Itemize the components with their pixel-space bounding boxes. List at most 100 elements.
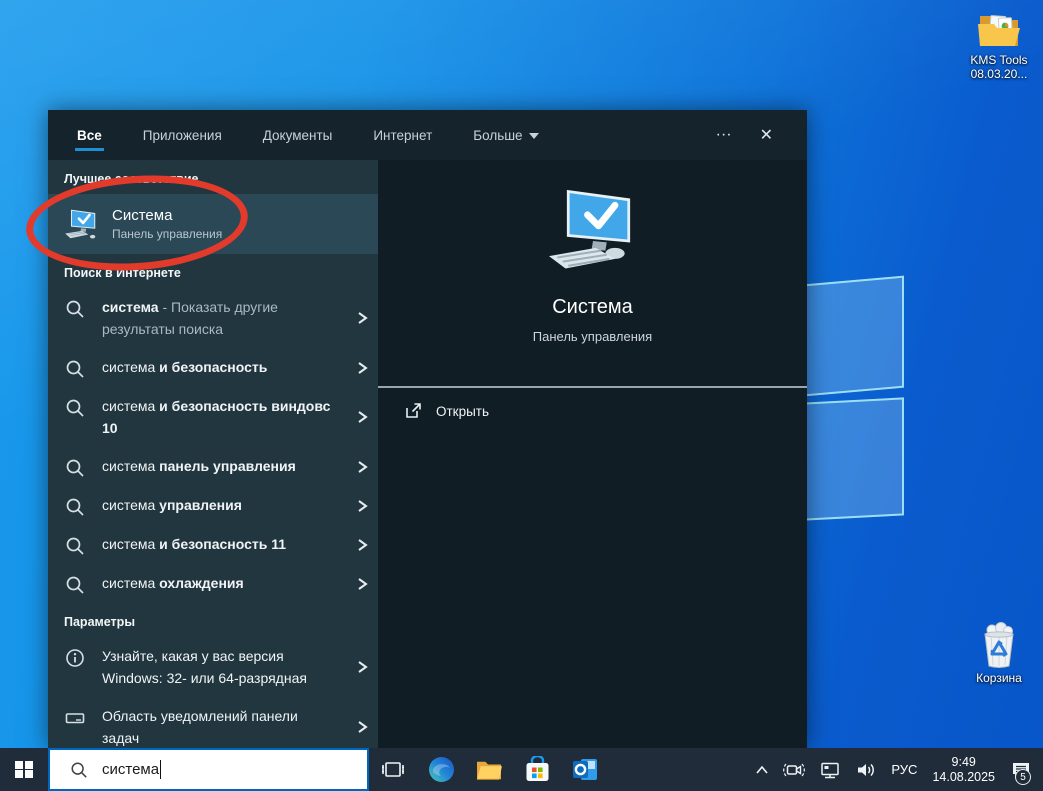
taskbar-notification-area-icon: [64, 708, 86, 728]
desktop-icon-kms-tools[interactable]: KMS Tools 08.03.20...: [956, 10, 1042, 81]
start-button[interactable]: [0, 748, 48, 791]
action-center-button[interactable]: 5: [1003, 748, 1039, 791]
edge-icon: [428, 756, 455, 783]
search-icon: [64, 398, 86, 418]
wallpaper-window-pane-top: [804, 276, 904, 397]
suggestion-text: система управления: [102, 494, 334, 516]
search-icon: [64, 359, 86, 379]
close-icon[interactable]: ✕: [746, 119, 787, 151]
desktop-icon-label: KMS Tools: [970, 53, 1027, 67]
tab-documents[interactable]: Документы: [261, 112, 335, 159]
chevron-right-icon[interactable]: [354, 660, 370, 674]
settings-result-row[interactable]: Область уведомлений панели задач: [48, 697, 378, 748]
tab-more[interactable]: Больше: [471, 112, 540, 159]
chevron-right-icon[interactable]: [354, 499, 370, 513]
tab-apps[interactable]: Приложения: [141, 112, 224, 159]
file-explorer-icon: [475, 758, 503, 782]
search-suggestion-row[interactable]: система и безопасность: [48, 348, 378, 387]
open-action[interactable]: Открыть: [378, 388, 807, 432]
system-computer-icon-large: [543, 186, 643, 274]
chevron-right-icon[interactable]: [354, 538, 370, 552]
task-view-button[interactable]: [369, 748, 417, 791]
search-suggestion-row[interactable]: система охлаждения: [48, 564, 378, 603]
chevron-right-icon[interactable]: [354, 720, 370, 734]
tray-volume[interactable]: [848, 748, 884, 791]
outlook-icon: [572, 757, 599, 782]
section-settings: Параметры: [48, 603, 378, 637]
search-icon: [64, 497, 86, 517]
chevron-down-icon: [529, 133, 539, 139]
network-icon: [819, 761, 841, 779]
taskbar: система: [0, 748, 1043, 791]
chevron-up-icon: [755, 765, 769, 775]
taskbar-app-edge[interactable]: [417, 748, 465, 791]
section-best-match: Лучшее соответствие: [48, 160, 378, 194]
search-flyout: Все Приложения Документы Интернет Больше…: [48, 110, 807, 748]
settings-result-row[interactable]: Узнайте, какая у вас версия Windows: 32-…: [48, 637, 378, 697]
microsoft-store-icon: [525, 756, 550, 783]
wallpaper-window-pane-bottom: [804, 397, 904, 520]
info-icon: [64, 648, 86, 668]
suggestion-text: система и безопасность виндовс 10: [102, 395, 334, 439]
preview-subtitle: Панель управления: [533, 329, 652, 344]
desktop: KMS Tools 08.03.20... Корзина Все Прилож…: [0, 0, 1043, 791]
search-suggestion-row[interactable]: система панель управления: [48, 447, 378, 486]
desktop-icon-recycle-bin[interactable]: Корзина: [956, 622, 1042, 685]
settings-result-text: Узнайте, какая у вас версия Windows: 32-…: [102, 645, 334, 689]
tray-date: 14.08.2025: [932, 770, 995, 785]
folder-icon: [976, 10, 1022, 50]
preview-pane: Система Панель управления Открыть: [378, 160, 807, 748]
search-suggestion-row[interactable]: система управления: [48, 486, 378, 525]
open-external-icon: [404, 402, 422, 420]
speaker-icon: [855, 761, 877, 779]
tray-show-hidden-icons[interactable]: [748, 748, 776, 791]
chevron-right-icon[interactable]: [354, 410, 370, 424]
best-match-title: Система: [112, 207, 222, 224]
tray-time: 9:49: [932, 755, 995, 770]
task-view-icon: [381, 759, 405, 781]
chevron-right-icon[interactable]: [354, 311, 370, 325]
suggestion-text: система охлаждения: [102, 572, 334, 594]
windows-logo-icon: [15, 761, 33, 779]
preview-title: Система: [552, 296, 633, 319]
open-action-label: Открыть: [436, 404, 489, 419]
suggestion-text: система и безопасность 11: [102, 533, 334, 555]
tab-all[interactable]: Все: [75, 112, 104, 159]
settings-result-text: Область уведомлений панели задач: [102, 705, 334, 748]
notification-badge: 5: [1015, 769, 1031, 785]
search-icon: [64, 458, 86, 478]
camera-meet-now-icon: [783, 761, 805, 779]
chevron-right-icon[interactable]: [354, 460, 370, 474]
best-match-subtitle: Панель управления: [112, 227, 222, 241]
taskbar-app-file-explorer[interactable]: [465, 748, 513, 791]
taskbar-app-outlook[interactable]: [561, 748, 609, 791]
search-filter-tabbar: Все Приложения Документы Интернет Больше…: [48, 110, 807, 160]
search-suggestion-row[interactable]: система и безопасность виндовс 10: [48, 387, 378, 447]
taskbar-app-store[interactable]: [513, 748, 561, 791]
search-icon: [70, 761, 88, 779]
search-suggestion-row[interactable]: система - Показать другие результаты пои…: [48, 288, 378, 348]
system-tray: РУС 9:49 14.08.2025 5: [748, 748, 1043, 791]
desktop-icon-label: Корзина: [976, 671, 1022, 685]
tray-network[interactable]: [812, 748, 848, 791]
chevron-right-icon[interactable]: [354, 361, 370, 375]
taskbar-search-input[interactable]: система: [48, 748, 369, 791]
results-pane: Лучшее соответствие Система Панель управ…: [48, 160, 378, 748]
options-ellipsis-button[interactable]: ···: [702, 120, 746, 150]
chevron-right-icon[interactable]: [354, 577, 370, 591]
search-query-text: система: [102, 761, 159, 778]
system-computer-icon: [62, 207, 100, 241]
best-match-result-system[interactable]: Система Панель управления: [48, 194, 378, 254]
text-caret: [160, 760, 161, 779]
search-icon: [64, 299, 86, 319]
suggestion-text: система панель управления: [102, 455, 334, 477]
desktop-icon-label: 08.03.20...: [970, 67, 1027, 81]
search-suggestion-row[interactable]: система и безопасность 11: [48, 525, 378, 564]
tray-language[interactable]: РУС: [884, 748, 924, 791]
suggestion-text: система и безопасность: [102, 356, 334, 378]
search-icon: [64, 575, 86, 595]
tab-web[interactable]: Интернет: [371, 112, 434, 159]
tray-clock[interactable]: 9:49 14.08.2025: [924, 755, 1003, 785]
tray-meet-now[interactable]: [776, 748, 812, 791]
suggestion-text: система - Показать другие результаты пои…: [102, 296, 334, 340]
